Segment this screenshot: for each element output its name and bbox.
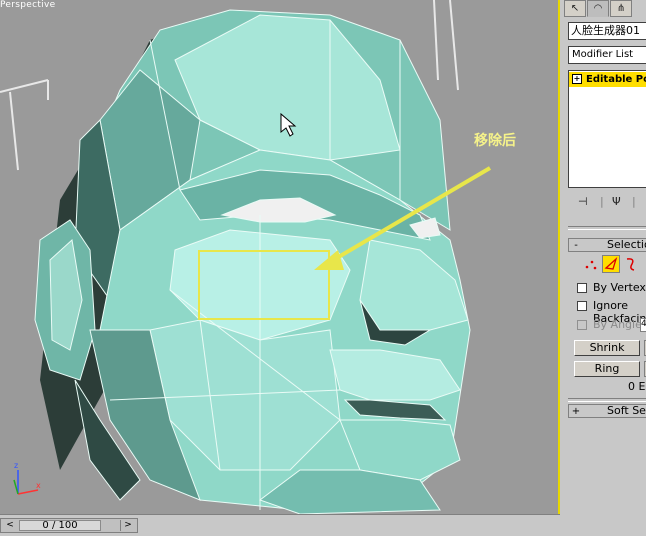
separator: | xyxy=(600,195,604,208)
svg-text:x: x xyxy=(36,481,41,490)
head-mesh: z x xyxy=(0,0,492,514)
axis-tripod-icon: z x xyxy=(13,461,41,495)
arrow-cursor-icon: ↖ xyxy=(570,3,580,14)
object-name-field[interactable]: 人脸生成器01 xyxy=(568,22,646,40)
viewport-label[interactable]: Perspective xyxy=(0,0,55,10)
pin-icon[interactable]: ⊣ xyxy=(578,195,588,208)
by-angle-label: By Angle xyxy=(593,318,642,331)
panel-divider xyxy=(568,226,646,230)
ignore-backfacing-checkbox[interactable] xyxy=(577,301,587,311)
tab-create[interactable]: ↖ xyxy=(564,0,586,17)
perspective-viewport[interactable]: z x Perspective 移除后 xyxy=(0,0,560,514)
annotation-text: 移除后 xyxy=(474,133,516,149)
hierarchy-icon: ⋔ xyxy=(616,3,626,14)
separator: | xyxy=(632,195,636,208)
selection-level-icons xyxy=(582,255,646,275)
modifier-stack[interactable]: + Editable Poly xyxy=(568,70,646,188)
expand-icon: + xyxy=(571,406,581,417)
panel-divider xyxy=(568,398,646,402)
by-vertex-label: By Vertex xyxy=(593,281,646,294)
expand-icon[interactable]: + xyxy=(572,74,582,84)
svg-text:z: z xyxy=(14,461,18,470)
ring-button[interactable]: Ring xyxy=(574,361,640,377)
by-vertex-checkbox[interactable] xyxy=(577,283,587,293)
next-frame-button[interactable]: > xyxy=(120,520,135,531)
collapse-icon: - xyxy=(574,240,578,251)
border-level-icon[interactable] xyxy=(622,255,640,273)
bend-icon: ◠ xyxy=(593,3,603,14)
soft-selection-rollout-header[interactable]: +Soft Selection xyxy=(568,404,646,418)
tab-modify[interactable]: ◠ xyxy=(587,0,609,17)
shrink-button[interactable]: Shrink xyxy=(574,340,640,356)
show-end-result-icon[interactable]: Ψ xyxy=(612,195,621,208)
stack-item-editable-poly[interactable]: + Editable Poly xyxy=(569,72,646,87)
selection-rollout-header[interactable]: -Selection xyxy=(568,238,646,252)
edge-level-icon[interactable] xyxy=(602,255,620,273)
time-track[interactable]: < 0 / 100 > xyxy=(0,518,138,533)
vertex-level-icon[interactable] xyxy=(582,255,600,273)
tab-hierarchy[interactable]: ⋔ xyxy=(610,0,632,17)
prev-frame-button[interactable]: < xyxy=(3,520,17,531)
command-panel: ↖ ◠ ⋔ 人脸生成器01 Modifier List + Editable Po… xyxy=(560,0,646,536)
stack-item-label: Editable Poly xyxy=(586,74,646,85)
selection-count: 0 Edges Selected xyxy=(628,380,646,393)
angle-spinner[interactable]: 45 xyxy=(640,318,646,332)
modifier-list-dropdown[interactable]: Modifier List xyxy=(568,46,646,64)
stack-toolbar: ⊣ | Ψ | xyxy=(568,192,646,212)
by-angle-checkbox[interactable] xyxy=(577,320,587,330)
time-slider-thumb[interactable]: 0 / 100 xyxy=(19,520,101,531)
command-panel-tabs: ↖ ◠ ⋔ xyxy=(564,0,646,18)
time-slider-bar: < 0 / 100 > xyxy=(0,514,560,536)
